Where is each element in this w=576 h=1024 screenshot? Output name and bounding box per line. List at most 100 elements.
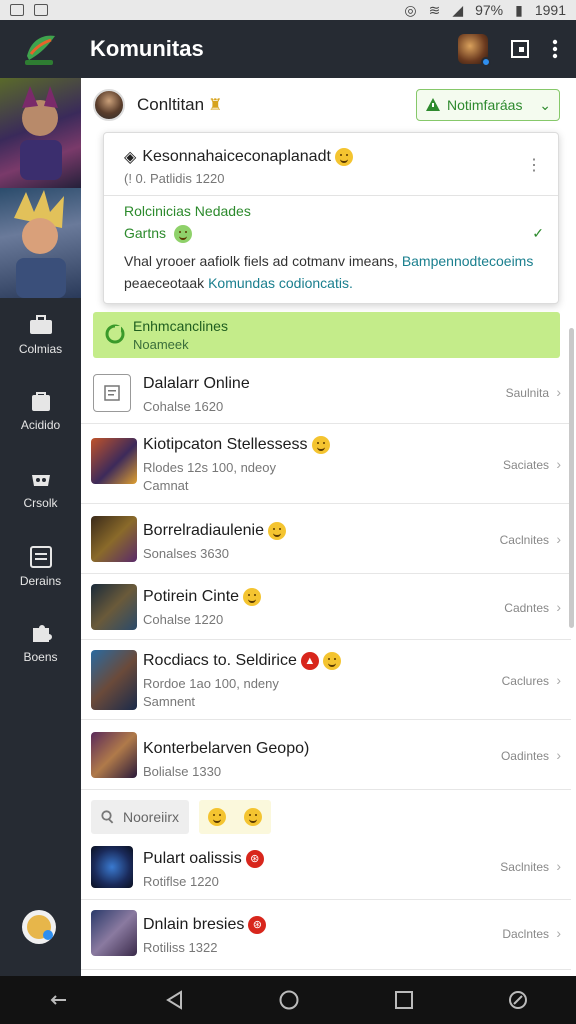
search-icon [101,810,114,824]
popup-description: Vhal yrooer aafiolk fiels ad cotmanv ime… [124,253,533,269]
list-item[interactable]: Dalalarr Online Cohalse 1620 Saulnita › [81,366,571,424]
bell-icon [426,98,440,111]
emoji-picker[interactable] [199,800,271,834]
side-item-label: Colmias [18,342,63,356]
popup-description-2: peaeceotaak Komundas codioncatis. [124,275,353,291]
list-item[interactable]: Pulart oalissis ⊛ Rotiflse 1220 Saclnites… [81,836,571,900]
item-subtitle: Rordoe 1ao 100, ndeny [143,676,279,691]
list-item[interactable]: Dnlain bresies ⊛ Rotiliss 1322 Daclntes › [81,900,571,970]
assistant-avatar[interactable] [22,910,56,944]
notification-icon [10,4,24,16]
item-action[interactable]: Daclntes [502,927,549,941]
more-vert-icon[interactable]: ⋮ [526,155,542,175]
fire-badge-icon: ⊛ [248,916,267,934]
item-action[interactable]: Saulnita [506,386,549,400]
list-item[interactable]: Potirein Cinte Cohalse 1220 Cadntes › [81,574,571,640]
side-item-colmias[interactable]: Colmias [0,314,81,356]
sync-icon: ◎ [404,1,417,18]
side-banner-hero-1[interactable] [0,78,81,188]
side-nav: Colmias Acidido Crsolk Derains Boens [0,78,81,976]
app-logo-icon[interactable] [0,20,80,78]
item-subtitle: Rotiflse 1220 [143,874,219,889]
back-icon[interactable] [165,990,183,1010]
item-action[interactable]: Caclnites [500,533,549,547]
item-action[interactable]: Oadintes [501,749,549,763]
list-item[interactable]: Borrelradiaulenie Sonalses 3630 Caclnite… [81,504,571,574]
window-icon[interactable] [510,39,530,59]
notifications-button[interactable]: Notimfaráas ⌄ [416,89,560,121]
game-thumbnail [91,516,137,562]
item-subtitle: Sonalses 3630 [143,546,230,561]
game-thumbnail [91,584,137,630]
item-title: Kiotipcaton Stellessess [143,436,330,454]
popup-link[interactable]: Komundas codioncatis. [208,275,353,291]
profile-avatar[interactable] [458,34,491,67]
side-item-acidido[interactable]: Acidido [0,390,81,432]
smile-emoji-icon[interactable] [208,808,226,826]
chevron-right-icon: › [556,531,561,547]
item-title: Dalalarr Online [143,375,250,392]
side-banner-hero-2[interactable] [0,188,81,298]
list-item[interactable]: Konterbelarven Geopo) Bolialse 1330 Oadi… [81,720,571,790]
chevron-right-icon: › [556,599,561,615]
bag-icon [31,392,50,411]
popup-desc-text: peaeceotaak [124,275,209,291]
item-action[interactable]: Caclures [502,674,549,688]
recents-icon[interactable] [394,991,413,1009]
home-icon[interactable] [279,990,299,1010]
smile-emoji-icon [267,522,286,540]
more-vert-icon[interactable] [552,39,558,59]
popup-option-title[interactable]: Rolcinicias Nedades [124,203,251,219]
popup-subtitle: (! 0. Patlidis 1220 [124,171,225,186]
search-input[interactable]: Nooreiirx [91,800,189,834]
popup-link[interactable]: Bampennodtecoeims [402,253,534,269]
item-subtitle: Rlodes 12s 100, ndeoy [143,460,276,475]
assistant-icon[interactable] [508,990,528,1010]
item-subtitle-2: Samnent [143,694,196,709]
system-nav-bar [0,976,576,1024]
side-item-boens[interactable]: Boens [0,622,81,664]
banner-title: Enhmcanclines [133,318,228,334]
game-thumbnail [91,650,137,710]
community-name: Conltitan [137,95,205,114]
side-item-label: Boens [23,650,58,664]
side-item-label: Crsolk [23,496,58,510]
popup-option-label: Gartns [124,225,167,241]
list-item[interactable]: Rocdiacs to. Seldirice ▲ Rordoe 1ao 100, … [81,640,571,720]
popup-desc-text: Vhal yrooer aafiolk fiels ad cotmanv ime… [124,253,402,269]
item-subtitle-2: Camnat [143,478,189,493]
chevron-right-icon: › [556,456,561,472]
chevron-down-icon: ⌄ [539,96,551,113]
smile-emoji-icon [243,588,262,606]
divider [104,195,558,196]
chevron-right-icon: › [556,858,561,874]
game-thumbnail [91,846,133,888]
item-title: Rocdiacs to. Seldirice ▲ [143,652,341,670]
popup-title: Kesonnahaiceconaplanadt [142,148,331,165]
side-item-crsolk[interactable]: Crsolk [0,468,81,510]
side-item-derains[interactable]: Derains [0,546,81,588]
chevron-right-icon: › [556,384,561,400]
fire-badge-icon: ▲ [300,652,319,670]
clock: 1991 [534,2,566,18]
enhancements-banner[interactable]: Enhmcanclines Noameek [93,312,560,358]
scrollbar[interactable] [569,328,574,628]
popup-option[interactable]: Gartns [124,225,192,244]
item-action[interactable]: Saciates [503,458,549,472]
community-avatar[interactable] [93,89,125,121]
smile-emoji-icon[interactable] [244,808,262,826]
item-title: Potirein Cinte [143,588,262,606]
item-action[interactable]: Saclnites [500,860,549,874]
trophy-icon: ♜ [208,97,223,114]
puzzle-icon [32,625,52,642]
chevron-right-icon: › [556,672,561,688]
item-action[interactable]: Cadntes [504,601,549,615]
app-title: Komunitas [90,36,204,61]
smile-emoji-icon [334,148,353,166]
side-item-label: Acidido [20,418,61,432]
search-placeholder: Nooreiirx [123,809,180,825]
back-gesture-icon[interactable] [48,992,70,1008]
list-item[interactable]: Kiotipcaton Stellessess Rlodes 12s 100, … [81,424,571,504]
battery-label: 97% [475,2,504,18]
item-subtitle: Cohalse 1620 [143,399,224,414]
